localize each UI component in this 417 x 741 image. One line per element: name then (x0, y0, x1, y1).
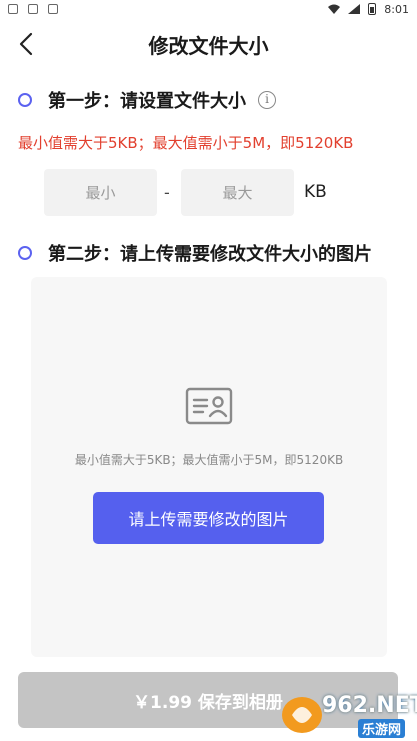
upload-hint: 最小值需大于5KB；最大值需小于5M，即5120KB (74, 453, 344, 467)
id-card-icon (185, 387, 233, 425)
nav-bar: 修改文件大小 (0, 18, 417, 70)
step-one-dot (18, 93, 32, 107)
size-limit-warning: 最小值需大于5KB；最大值需小于5M，即5120KB (18, 134, 354, 152)
back-arrow-icon (19, 32, 33, 56)
watermark-brand: 962.NET (322, 693, 417, 718)
step-two: 第二步：请上传需要修改文件大小的图片 (18, 240, 372, 266)
info-icon[interactable]: i (258, 91, 276, 109)
notification-icon (8, 4, 18, 14)
battery-icon (368, 3, 377, 15)
max-size-input[interactable]: 最大 (181, 169, 294, 216)
page-title: 修改文件大小 (148, 33, 269, 58)
site-watermark: 962.NET 乐游网 (278, 691, 417, 738)
step-one-label: 第一步：请设置文件大小 (48, 91, 246, 112)
wifi-icon (328, 4, 341, 14)
download-icon (28, 4, 38, 14)
status-indicators: 8:01 (328, 3, 409, 16)
notification-icons (8, 4, 58, 14)
min-size-input[interactable]: 最小 (44, 169, 157, 216)
watermark-subtitle: 乐游网 (358, 719, 406, 738)
step-two-dot (18, 246, 32, 260)
upload-area[interactable]: 最小值需大于5KB；最大值需小于5M，即5120KB 请上传需要修改的图片 (31, 277, 387, 657)
upload-image-button[interactable]: 请上传需要修改的图片 (93, 492, 324, 544)
status-time: 8:01 (384, 2, 409, 16)
step-one: 第一步：请设置文件大小 i (18, 87, 276, 113)
app-icon (48, 4, 58, 14)
back-button[interactable] (10, 26, 42, 62)
signal-icon (348, 4, 361, 14)
status-bar: 8:01 (0, 0, 417, 18)
range-separator: - (164, 183, 170, 202)
step-two-label: 第二步：请上传需要修改文件大小的图片 (48, 244, 372, 265)
size-unit: KB (304, 182, 327, 202)
